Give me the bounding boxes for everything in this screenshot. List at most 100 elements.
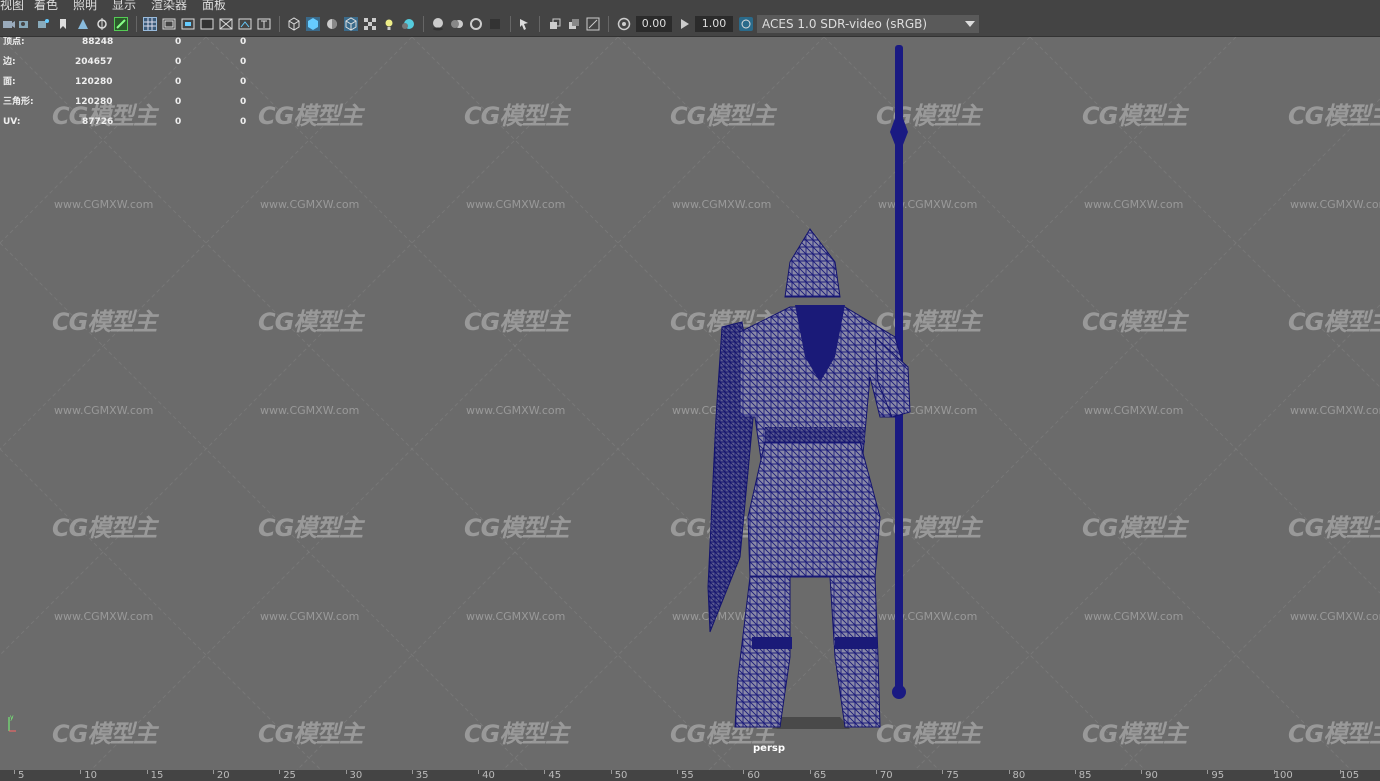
menu-view[interactable]: 视图 xyxy=(0,0,24,12)
film-gate-icon[interactable] xyxy=(162,17,176,31)
menu-lighting[interactable]: 照明 xyxy=(73,0,97,12)
watermark-logo: CG模型主 xyxy=(258,514,363,542)
hud-value: 0 xyxy=(175,97,182,107)
timeline-tick-label: 25 xyxy=(283,770,296,781)
timeline-tick-label: 95 xyxy=(1211,770,1225,781)
xray-active-components-icon[interactable] xyxy=(567,17,581,31)
lighting-icon[interactable] xyxy=(382,17,396,31)
field-chart-icon[interactable] xyxy=(219,17,233,31)
timeline-tick-label: 30 xyxy=(349,770,363,781)
timeline-tick-label: 40 xyxy=(482,770,495,781)
2d-pan-zoom-icon[interactable] xyxy=(95,17,109,31)
menu-panels[interactable]: 面板 xyxy=(202,0,226,12)
timeline-tick-label: 5 xyxy=(18,770,25,781)
time-slider[interactable]: 5 10 15 20 25 30 35 40 45 50 55 60 65 70 75 80 85 90 95 100… xyxy=(0,770,1380,781)
svg-text:y: y xyxy=(10,714,14,721)
viewport-persp[interactable]: CG模型主 www.CGMXW.com CG模型主 www.CGMXW.com CG模型… xyxy=(0,37,1380,770)
camera-name-label: persp xyxy=(753,743,785,754)
exposure-field[interactable]: 0.00 xyxy=(636,16,672,32)
image-plane-icon[interactable] xyxy=(76,17,90,31)
gamma-icon[interactable] xyxy=(678,17,692,31)
watermark-url: www.CGMXW.com xyxy=(54,198,154,211)
menu-shading[interactable]: 着色 xyxy=(34,0,58,12)
panel-toolbar: 0.00 1.00 ACES 1.0 SDR-video (sRGB) xyxy=(0,12,1380,37)
timeline-tick xyxy=(411,770,413,774)
xray-joints-icon[interactable] xyxy=(586,17,600,31)
xray-icon[interactable] xyxy=(548,17,562,31)
timeline-tick xyxy=(478,770,480,774)
wireframe-on-shaded-icon[interactable] xyxy=(344,17,358,31)
timeline-tick xyxy=(875,770,877,774)
color-management-icon[interactable] xyxy=(739,17,753,31)
timeline-tick-label: 80 xyxy=(1012,770,1026,781)
hud-value: 0 xyxy=(240,77,247,87)
watermark-logo: CG模型主 xyxy=(464,720,569,748)
hud-row-edges: 边: 204657 0 0 xyxy=(0,57,260,77)
separator xyxy=(136,16,137,32)
select-camera-icon[interactable] xyxy=(2,17,16,31)
timeline-tick xyxy=(1340,770,1341,774)
timeline-tick xyxy=(345,770,347,774)
watermark-url: www.CGMXW.com xyxy=(260,404,360,417)
anti-aliasing-icon[interactable] xyxy=(469,17,483,31)
bookmark-icon[interactable] xyxy=(56,17,70,31)
separator xyxy=(510,16,511,32)
textured-icon[interactable] xyxy=(363,17,377,31)
watermark-logo: CG模型主 xyxy=(258,720,363,748)
watermark-url: www.CGMXW.com xyxy=(260,198,360,211)
lock-camera-icon[interactable] xyxy=(18,17,32,31)
watermark-url: www.CGMXW.com xyxy=(466,404,566,417)
warrior-wireframe-model[interactable] xyxy=(680,37,980,747)
default-material-icon[interactable] xyxy=(325,17,339,31)
hud-value: 120280 xyxy=(75,77,113,87)
safe-action-icon[interactable] xyxy=(238,17,252,31)
timeline-tick xyxy=(1273,770,1275,774)
timeline-tick-label: 105 xyxy=(1340,770,1360,781)
watermark-url: www.CGMXW.com xyxy=(54,610,154,623)
exposure-icon[interactable] xyxy=(617,17,631,31)
depth-of-field-icon[interactable] xyxy=(488,17,502,31)
watermark-logo: CG模型主 xyxy=(1082,720,1187,748)
timeline-tick xyxy=(610,770,612,774)
ambient-occlusion-icon[interactable] xyxy=(431,17,445,31)
timeline-tick xyxy=(942,770,944,774)
chevron-down-icon[interactable] xyxy=(965,21,975,27)
timeline-tick-label: 35 xyxy=(415,770,429,781)
watermark-logo: CG模型主 xyxy=(1288,308,1380,336)
timeline-tick xyxy=(1141,770,1143,774)
watermark-logo: CG模型主 xyxy=(464,308,569,336)
motion-blur-icon[interactable] xyxy=(450,17,464,31)
grease-pencil-icon[interactable] xyxy=(114,17,128,31)
wireframe-icon[interactable] xyxy=(287,17,301,31)
shadows-icon[interactable] xyxy=(401,17,415,31)
timeline-tick-label: 15 xyxy=(150,770,164,781)
hud-value: 87726 xyxy=(82,117,114,127)
gate-mask-icon[interactable] xyxy=(200,17,214,31)
watermark-url: www.CGMXW.com xyxy=(260,610,360,623)
watermark-logo: CG模型主 xyxy=(52,308,157,336)
hud-row-vertices: 顶点: 88248 0 0 xyxy=(0,37,260,57)
menu-renderer[interactable]: 渲染器 xyxy=(151,0,187,12)
watermark-url: www.CGMXW.com xyxy=(1290,610,1380,623)
watermark-logo: CG模型主 xyxy=(1082,308,1187,336)
timeline-tick-label: 55 xyxy=(681,770,694,781)
grid-icon[interactable] xyxy=(143,17,157,31)
resolution-gate-icon[interactable] xyxy=(181,17,195,31)
timeline-tick xyxy=(677,770,678,774)
menu-show[interactable]: 显示 xyxy=(112,0,136,12)
gamma-field[interactable]: 1.00 xyxy=(695,16,733,32)
timeline-tick xyxy=(544,770,546,774)
hud-row-triangles: 三角形: 120280 0 0 xyxy=(0,97,260,117)
timeline-tick-label: 60 xyxy=(747,770,761,781)
timeline-tick-label: 90 xyxy=(1145,770,1158,781)
camera-attributes-icon[interactable] xyxy=(36,17,50,31)
color-space-value: ACES 1.0 SDR-video (sRGB) xyxy=(762,17,928,31)
watermark-logo: CG模型主 xyxy=(1082,514,1187,542)
smooth-shade-icon[interactable] xyxy=(306,17,320,31)
color-space-select[interactable]: ACES 1.0 SDR-video (sRGB) xyxy=(757,15,979,33)
hud-row-faces: 面: 120280 0 0 xyxy=(0,77,260,97)
timeline-tick xyxy=(146,770,148,774)
separator xyxy=(608,16,609,32)
isolate-select-icon[interactable] xyxy=(518,17,532,31)
safe-title-icon[interactable] xyxy=(257,17,271,31)
